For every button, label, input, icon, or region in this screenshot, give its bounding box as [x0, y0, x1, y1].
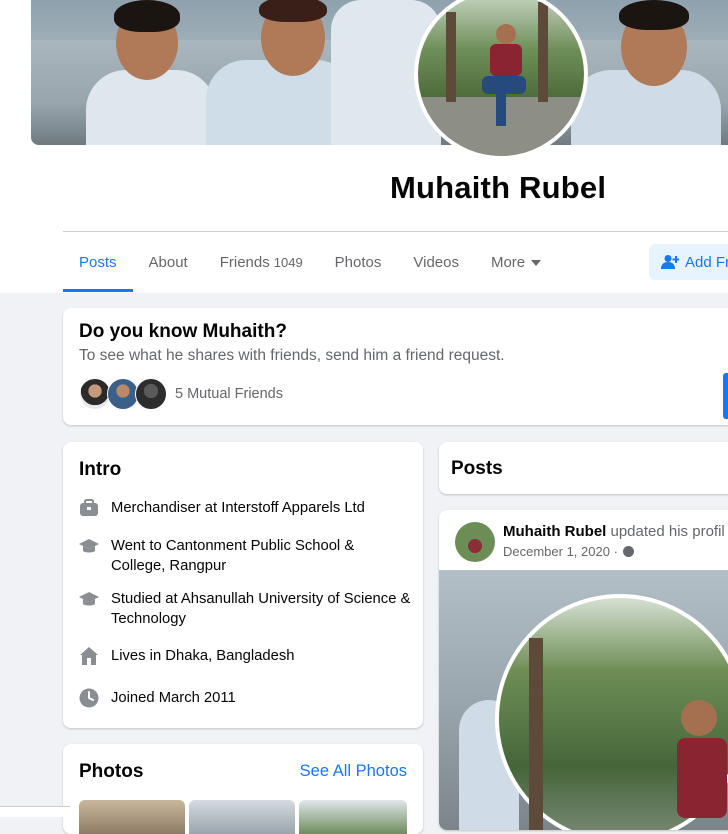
intro-work-prefix: Merchandiser at — [111, 500, 222, 516]
home-icon — [80, 647, 98, 665]
add-friend-label: Add Fr — [685, 253, 728, 271]
friends-count: 1049 — [273, 255, 303, 270]
know-card: Do you know Muhaith? To see what he shar… — [63, 308, 728, 425]
tab-friends-label: Friends — [219, 254, 270, 271]
clock-icon — [79, 688, 99, 708]
intro-work: Merchandiser at Interstoff Apparels Ltd — [79, 498, 411, 518]
post-profile-photo — [495, 594, 728, 830]
intro-university: Studied at Ahsanullah University of Scie… — [79, 589, 411, 629]
side-accent-bar — [723, 373, 728, 419]
intro-lives-link[interactable]: Dhaka, Bangladesh — [165, 648, 294, 664]
posts-title: Posts — [451, 458, 503, 479]
globe-icon — [622, 546, 634, 557]
post-image[interactable] — [439, 570, 728, 830]
posts-header-card: Posts — [439, 442, 728, 494]
tab-photos-label: Photos — [334, 254, 382, 271]
intro-joined: Joined March 2011 — [79, 688, 411, 708]
header-divider — [63, 231, 728, 232]
add-friend-button[interactable]: Add Fr — [649, 244, 728, 280]
tab-posts-label: Posts — [79, 254, 117, 271]
intro-school: Went to Cantonment Public School & Colle… — [79, 536, 411, 576]
post-date[interactable]: December 1, 2020 · — [503, 544, 618, 559]
tab-friends[interactable]: Friends 1049 — [204, 236, 319, 289]
intro-work-link[interactable]: Interstoff Apparels Ltd — [221, 500, 365, 516]
photo-thumbnail[interactable] — [79, 800, 185, 834]
photos-title: Photos — [79, 761, 144, 782]
post-author-name[interactable]: Muhaith Rubel — [503, 523, 606, 540]
tab-videos-label: Videos — [413, 254, 459, 271]
see-all-photos-link[interactable]: See All Photos — [300, 762, 407, 781]
mutual-friends-text[interactable]: 5 Mutual Friends — [175, 386, 283, 402]
caret-down-icon — [531, 259, 542, 266]
know-title: Do you know Muhaith? — [79, 321, 287, 342]
tab-about-label: About — [148, 254, 188, 271]
graduation-cap-icon — [79, 592, 99, 606]
add-friend-icon — [661, 255, 679, 269]
intro-title: Intro — [79, 459, 122, 480]
post-author-avatar[interactable] — [455, 522, 495, 562]
post-card: Muhaith Rubel updated his profil Decembe… — [439, 510, 728, 830]
tab-posts[interactable]: Posts — [63, 236, 133, 292]
intro-lives: Lives in Dhaka, Bangladesh — [79, 646, 411, 666]
photo-thumbnail[interactable] — [189, 800, 295, 834]
graduation-cap-icon — [79, 539, 99, 553]
tab-about[interactable]: About — [133, 236, 204, 289]
post-author-line: Muhaith Rubel updated his profil — [503, 523, 725, 540]
intro-joined-text: Joined March 2011 — [111, 690, 236, 706]
intro-university-text: Studied at Ahsanullah University of Scie… — [111, 591, 411, 627]
post-photo-figure — [529, 638, 727, 830]
know-subtitle: To see what he shares with friends, send… — [79, 347, 505, 364]
post-action-text: updated his profil — [606, 523, 725, 540]
status-bar-stub — [0, 806, 70, 817]
photo-thumbnail[interactable] — [299, 800, 407, 834]
mutual-friends[interactable]: 5 Mutual Friends — [79, 378, 283, 410]
intro-card: Intro Merchandiser at Interstoff Apparel… — [63, 442, 423, 728]
intro-lives-prefix: Lives in — [111, 648, 166, 664]
profile-name: Muhaith Rubel — [390, 170, 607, 205]
post-meta: December 1, 2020 · — [503, 544, 634, 559]
tab-videos[interactable]: Videos — [397, 236, 475, 289]
briefcase-icon — [80, 499, 98, 516]
tab-photos[interactable]: Photos — [319, 236, 398, 289]
cover-photo[interactable] — [31, 0, 728, 145]
photos-card: Photos See All Photos — [63, 744, 423, 834]
tab-more[interactable]: More — [475, 236, 557, 289]
mutual-avatar[interactable] — [135, 378, 167, 410]
profile-tabs: Posts About Friends 1049 Photos Videos Mo… — [63, 236, 557, 292]
tab-more-label: More — [490, 254, 526, 271]
intro-school-prefix: Went to — [111, 538, 166, 554]
